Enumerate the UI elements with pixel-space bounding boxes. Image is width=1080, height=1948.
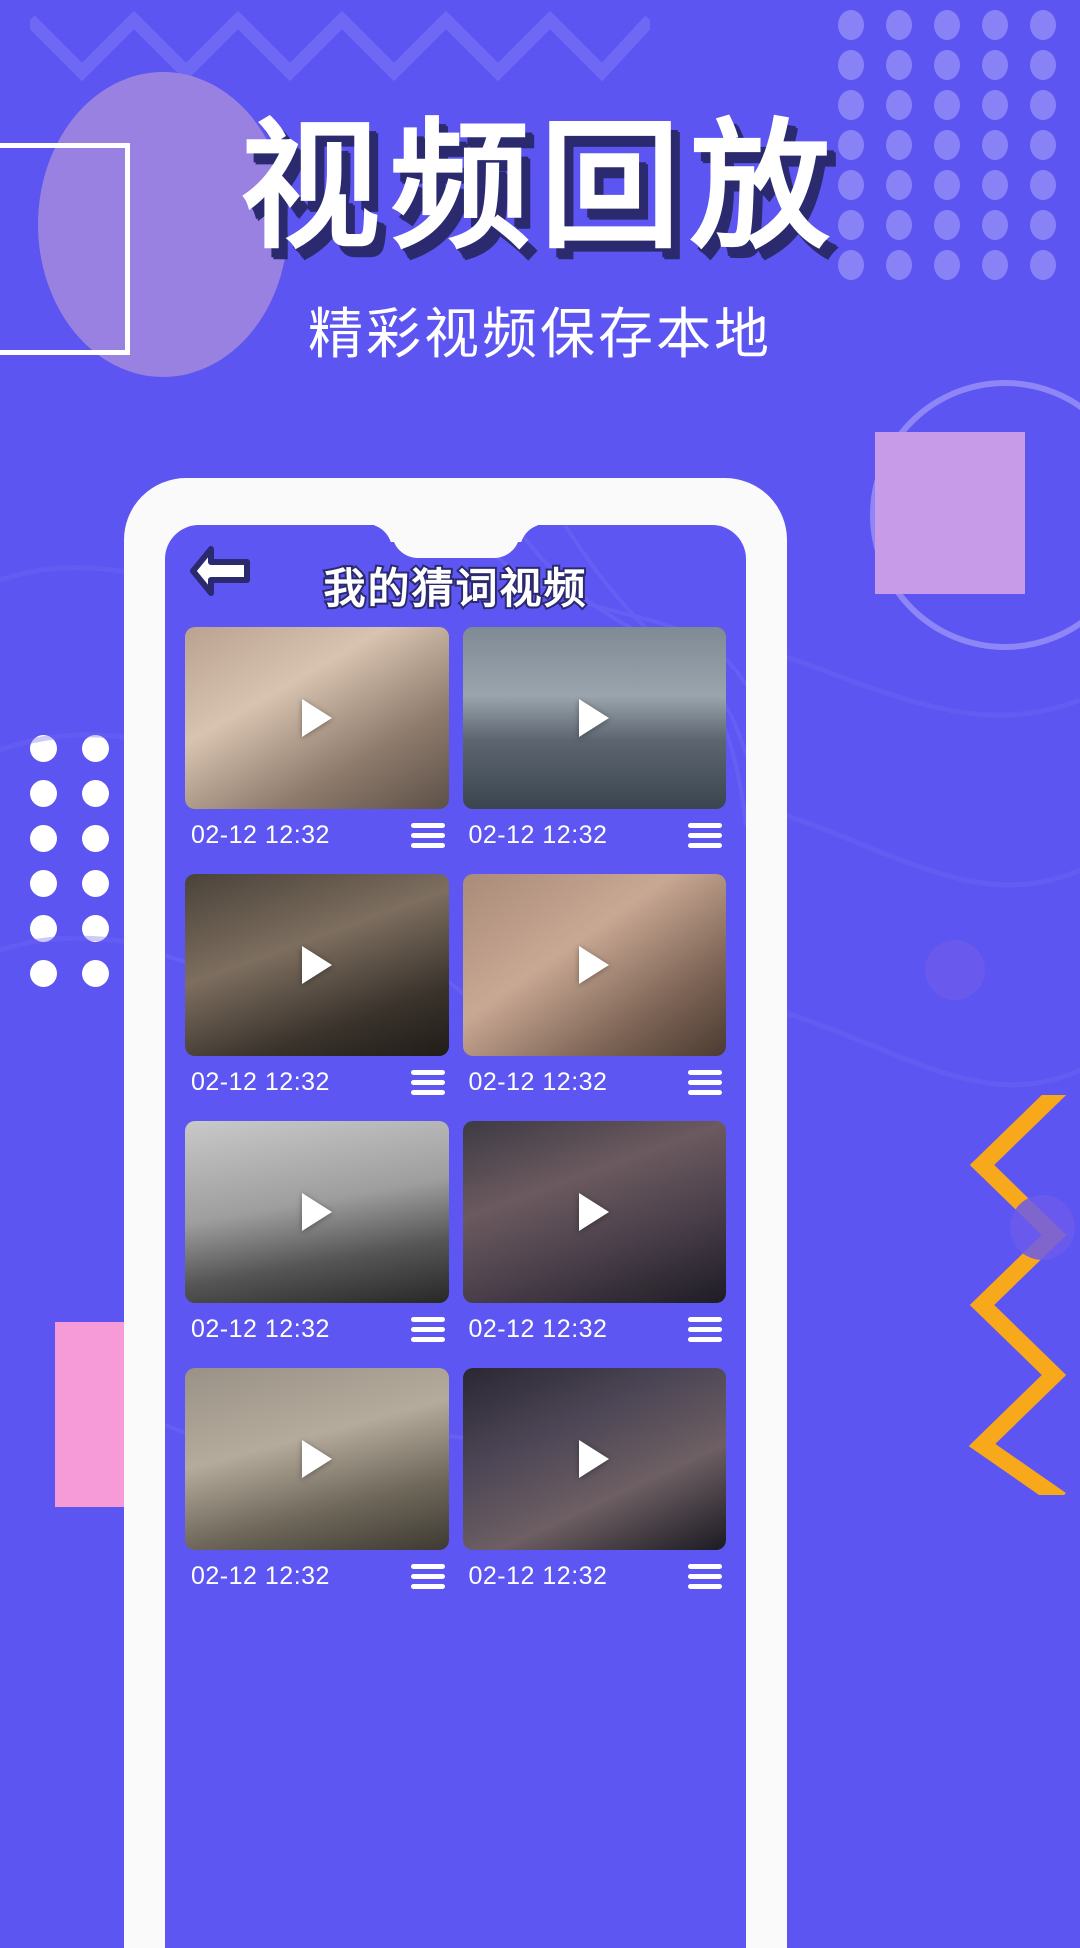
- deco-dot: [886, 10, 912, 40]
- deco-dot: [838, 10, 864, 40]
- deco-dot: [1030, 10, 1056, 40]
- video-timestamp: 02-12 12:32: [191, 1068, 330, 1096]
- hamburger-icon[interactable]: [410, 1564, 445, 1589]
- app-bar-title: 我的猜词视频: [321, 562, 588, 615]
- play-icon[interactable]: [301, 1440, 332, 1478]
- video-meta: 02-12 12:32: [185, 1303, 449, 1358]
- hamburger-icon[interactable]: [410, 823, 445, 848]
- deco-dot: [982, 50, 1008, 80]
- play-icon[interactable]: [579, 1193, 610, 1231]
- video-meta: 02-12 12:32: [463, 1550, 727, 1605]
- video-thumbnail[interactable]: [185, 627, 449, 809]
- hamburger-icon[interactable]: [688, 1070, 722, 1095]
- play-icon[interactable]: [301, 946, 332, 984]
- hero-banner: 视频回放 精彩视频保存本地: [0, 106, 1080, 369]
- video-timestamp: 02-12 12:32: [191, 821, 330, 849]
- video-card[interactable]: 02-12 12:32: [462, 1368, 727, 1605]
- video-thumbnail[interactable]: [462, 1121, 726, 1303]
- video-thumbnail[interactable]: [462, 1368, 726, 1550]
- video-timestamp: 02-12 12:32: [468, 1315, 608, 1343]
- hamburger-icon[interactable]: [410, 1317, 445, 1342]
- video-thumbnail[interactable]: [185, 874, 449, 1056]
- hamburger-icon[interactable]: [410, 1070, 445, 1095]
- video-card[interactable]: 02-12 12:32: [462, 1121, 727, 1358]
- phone-screen: 我的猜词视频 02-12 12:32 02-12 12:32 02-12 12:32…: [165, 525, 746, 1948]
- deco-dot: [934, 10, 960, 40]
- play-icon[interactable]: [579, 1440, 610, 1478]
- video-meta: 02-12 12:32: [185, 1056, 449, 1111]
- video-timestamp: 02-12 12:32: [468, 821, 608, 849]
- deco-dot: [838, 50, 864, 80]
- play-icon[interactable]: [301, 699, 332, 737]
- video-card[interactable]: 02-12 12:32: [185, 1121, 449, 1358]
- video-card[interactable]: 02-12 12:32: [462, 627, 727, 864]
- deco-dot: [982, 10, 1008, 40]
- video-card[interactable]: 02-12 12:32: [185, 627, 449, 864]
- hamburger-icon[interactable]: [688, 823, 722, 848]
- video-meta: 02-12 12:32: [463, 1056, 727, 1111]
- video-card[interactable]: 02-12 12:32: [462, 874, 727, 1111]
- video-timestamp: 02-12 12:32: [191, 1315, 330, 1343]
- phone-notch: [391, 524, 520, 558]
- page-title: 视频回放: [239, 106, 840, 269]
- deco-dot: [934, 50, 960, 80]
- hamburger-icon[interactable]: [688, 1564, 722, 1589]
- deco-dot: [1030, 50, 1056, 80]
- video-thumbnail[interactable]: [462, 874, 726, 1056]
- page-subtitle: 精彩视频保存本地: [307, 301, 772, 366]
- video-timestamp: 02-12 12:32: [468, 1562, 608, 1590]
- phone-mockup: 我的猜词视频 02-12 12:32 02-12 12:32 02-12 12:32…: [124, 478, 787, 1948]
- video-meta: 02-12 12:32: [185, 809, 449, 864]
- video-timestamp: 02-12 12:32: [468, 1068, 608, 1096]
- video-meta: 02-12 12:32: [185, 1550, 449, 1605]
- video-meta: 02-12 12:32: [463, 809, 727, 864]
- video-grid: 02-12 12:32 02-12 12:32 02-12 12:32 02-12 1…: [165, 617, 746, 1605]
- play-icon[interactable]: [301, 1193, 332, 1231]
- video-thumbnail[interactable]: [462, 627, 726, 809]
- video-thumbnail[interactable]: [185, 1121, 449, 1303]
- video-meta: 02-12 12:32: [463, 1303, 727, 1358]
- video-card[interactable]: 02-12 12:32: [185, 874, 449, 1111]
- deco-dot: [886, 50, 912, 80]
- video-card[interactable]: 02-12 12:32: [185, 1368, 449, 1605]
- video-timestamp: 02-12 12:32: [191, 1562, 330, 1590]
- play-icon[interactable]: [579, 699, 610, 737]
- play-icon[interactable]: [579, 946, 610, 984]
- hamburger-icon[interactable]: [688, 1317, 722, 1342]
- video-thumbnail[interactable]: [185, 1368, 449, 1550]
